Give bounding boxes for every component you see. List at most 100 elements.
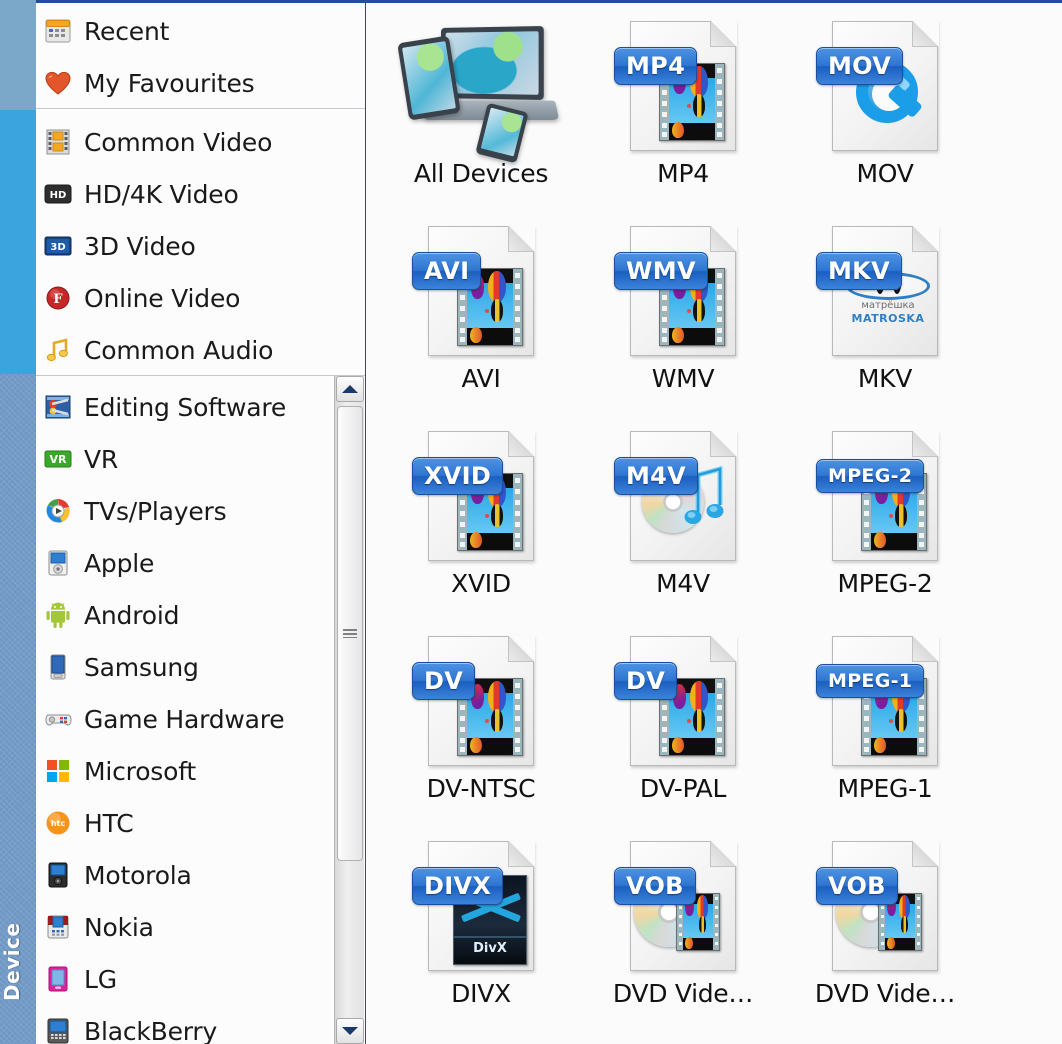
format-badge: M4V (614, 457, 699, 495)
format-tile-xvid[interactable]: XVID XVID (381, 413, 581, 618)
sidebar-item-apple[interactable]: Apple (36, 537, 366, 589)
heart-icon (44, 69, 72, 97)
format-tile-divx[interactable]: DivX DIVX DIVX (381, 823, 581, 1028)
sidebar-item-3d-video[interactable]: 3D 3D Video (36, 220, 366, 272)
lg-phone-icon (44, 965, 72, 993)
format-tile-dv-pal[interactable]: DV DV-PAL (583, 618, 783, 823)
sidebar-item-nokia[interactable]: Nokia (36, 901, 366, 953)
sidebar-item-my-favourites[interactable]: My Favourites (36, 57, 366, 109)
sidebar-item-htc[interactable]: htc HTC (36, 797, 366, 849)
sidebar-item-label: BlackBerry (84, 1016, 218, 1044)
sidebar-item-label: Editing Software (84, 392, 287, 422)
format-tile-caption: MPEG-2 (837, 569, 933, 598)
format-tile-mov[interactable]: MOV MOV (785, 3, 985, 208)
sidebar-item-online-video[interactable]: F Online Video (36, 272, 366, 324)
scroll-up-arrow-icon (342, 385, 358, 393)
page-fold-icon (508, 841, 535, 867)
format-tile-m4v[interactable]: M4V M4V (583, 413, 783, 618)
sidebar-item-motorola[interactable]: Motorola (36, 849, 366, 901)
format-tile-caption: MP4 (657, 159, 709, 188)
avi-file-icon: AVI (381, 208, 581, 368)
wmv-file-icon: WMV (583, 208, 783, 368)
format-tile-avi[interactable]: AVI AVI (381, 208, 581, 413)
sidebar-item-vr[interactable]: VR VR (36, 433, 366, 485)
page-fold-icon (912, 21, 939, 47)
sidebar-item-microsoft[interactable]: Microsoft (36, 745, 366, 797)
sidebar-item-hd-4k-video[interactable]: HD HD/4K Video (36, 168, 366, 220)
scroll-grip-icon (343, 629, 357, 638)
scroll-up-button[interactable] (336, 376, 364, 402)
sidebar-item-editing-software[interactable]: Editing Software (36, 381, 366, 433)
sidebar-divider (36, 375, 366, 376)
music-note-icon (44, 336, 72, 364)
sidebar-item-common-video[interactable]: Common Video (36, 116, 366, 168)
tv-player-icon (44, 497, 72, 525)
sidebar-item-label: Common Audio (84, 335, 274, 365)
format-badge: AVI (412, 252, 482, 290)
page-fold-icon (710, 636, 737, 662)
divx-wordmark: DivX (473, 941, 507, 956)
page-fold-icon (710, 841, 737, 867)
sidebar-item-label: HTC (84, 808, 134, 838)
format-picker-window: Format Device Recent (0, 0, 1062, 1044)
format-tile-wmv[interactable]: WMV WMV (583, 208, 783, 413)
editing-software-icon (44, 393, 72, 421)
scroll-thumb[interactable] (337, 406, 363, 861)
window-top-border-left (0, 0, 36, 3)
sidebar-item-label: Online Video (84, 283, 241, 313)
sidebar-item-common-audio[interactable]: Common Audio (36, 324, 366, 376)
page-fold-icon (912, 841, 939, 867)
format-tile-caption: All Devices (413, 159, 549, 188)
format-tile-all-devices[interactable]: All Devices (381, 3, 581, 208)
format-tile-mpeg-2[interactable]: MPEG-2 MPEG-2 (785, 413, 985, 618)
dvd-video-file-icon: VOB (785, 823, 985, 983)
dv-ntsc-file-icon: DV (381, 618, 581, 778)
nokia-phone-icon (44, 913, 72, 941)
scroll-down-button[interactable] (336, 1018, 364, 1044)
svg-text:F: F (53, 292, 63, 307)
page-fold-icon (912, 636, 939, 662)
tab-device[interactable]: Device (0, 374, 37, 1044)
sidebar-item-label: Android (84, 600, 180, 630)
format-tile-caption: DVD Vide… (814, 979, 956, 1008)
format-tile-mpeg-1[interactable]: MPEG-1 MPEG-1 (785, 618, 985, 823)
mkv-file-icon: матрёшка MATROSKA MKV (785, 208, 985, 368)
sidebar-item-tvs-players[interactable]: TVs/Players (36, 485, 366, 537)
category-sidebar: Recent My Favourites Common Video HD HD/… (36, 3, 366, 1044)
sidebar-item-android[interactable]: Android (36, 589, 366, 641)
format-badge: MKV (816, 252, 902, 290)
format-tile-caption: XVID (451, 569, 511, 598)
format-tile-caption: MPEG-1 (837, 774, 933, 803)
svg-text:HD: HD (50, 190, 67, 201)
tab-format[interactable]: Format (0, 110, 36, 374)
sidebar-item-samsung[interactable]: Samsung (36, 641, 366, 693)
film-reel-icon (44, 128, 72, 156)
apple-device-icon (44, 549, 72, 577)
format-badge: WMV (614, 252, 708, 290)
format-tile-caption: WMV (651, 364, 715, 393)
sidebar-item-blackberry[interactable]: BlackBerry (36, 1005, 366, 1044)
sidebar-item-label: Samsung (84, 652, 199, 682)
mov-file-icon: MOV (785, 3, 985, 163)
sidebar-item-label: HD/4K Video (84, 179, 239, 209)
format-badge: DV (412, 662, 476, 700)
sidebar-item-game-hardware[interactable]: Game Hardware (36, 693, 366, 745)
scroll-down-arrow-icon (342, 1027, 358, 1035)
sidebar-item-recent[interactable]: Recent (36, 5, 366, 57)
format-grid: All Devices MP4 MP4 MOV MOV AVI AVI WMV … (367, 3, 1062, 1044)
format-tile-dvd-video-2[interactable]: VOB DVD Vide… (785, 823, 985, 1028)
format-tile-dv-ntsc[interactable]: DV DV-NTSC (381, 618, 581, 823)
format-tile-caption: DVD Vide… (612, 979, 754, 1008)
page-fold-icon (508, 636, 535, 662)
sidebar-item-lg[interactable]: LG (36, 953, 366, 1005)
motorola-phone-icon (44, 861, 72, 889)
sidebar-item-label: Game Hardware (84, 704, 285, 734)
htc-logo-icon: htc (44, 809, 72, 837)
page-fold-icon (710, 226, 737, 252)
format-tile-dvd-video-1[interactable]: VOB DVD Vide… (583, 823, 783, 1028)
sidebar-item-label: LG (84, 964, 117, 994)
sidebar-scrollbar[interactable] (334, 376, 364, 1044)
format-badge: VOB (614, 867, 696, 905)
format-tile-mp4[interactable]: MP4 MP4 (583, 3, 783, 208)
format-tile-mkv[interactable]: матрёшка MATROSKA MKV MKV (785, 208, 985, 413)
